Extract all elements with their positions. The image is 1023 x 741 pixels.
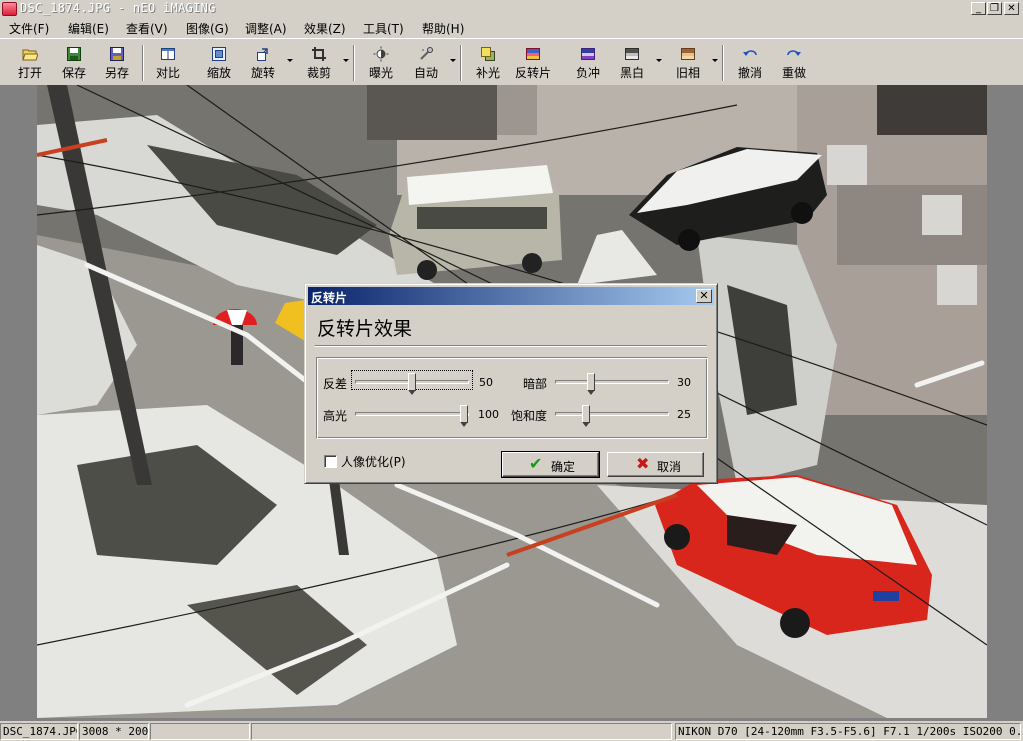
crop-dropdown-icon[interactable] <box>343 59 349 62</box>
floppy-disk-icon <box>67 47 81 61</box>
shadows-label: 暗部 <box>523 377 548 391</box>
zoom-icon <box>212 47 226 61</box>
open-button[interactable]: 打开 <box>8 43 52 83</box>
portrait-optimize-checkbox[interactable] <box>324 455 337 468</box>
status-empty-cell <box>251 723 672 740</box>
slider-group: 反差 50 暗部 30 高光 100 饱和度 25 <box>316 357 708 439</box>
status-camera-info: NIKON D70 [24-120mm F3.5-F5.6] F7.1 1/20… <box>675 723 1021 740</box>
save-as-button[interactable]: 另存 <box>95 43 139 83</box>
highlights-slider[interactable] <box>355 405 469 427</box>
close-window-button[interactable]: ✕ <box>1004 2 1019 15</box>
restore-button[interactable]: ❐ <box>987 2 1002 15</box>
undo-button[interactable]: 撤消 <box>728 43 772 83</box>
minimize-button[interactable]: _ <box>971 2 986 15</box>
negative-button[interactable]: 负冲 <box>566 43 610 83</box>
toolbar-separator <box>142 45 144 81</box>
saturation-slider[interactable] <box>555 405 669 427</box>
auto-magic-icon <box>420 47 433 60</box>
old-photo-icon <box>681 48 695 60</box>
saturation-label: 饱和度 <box>511 409 548 423</box>
shadows-slider-thumb[interactable] <box>587 373 595 395</box>
dialog-title: 反转片 <box>311 291 348 305</box>
ok-button[interactable]: ✔ 确定 <box>501 451 600 478</box>
crop-icon <box>312 47 326 61</box>
contrast-label: 反差 <box>323 377 348 391</box>
contrast-slider-thumb[interactable] <box>408 373 416 395</box>
saturation-slider-thumb[interactable] <box>582 405 590 427</box>
auto-button[interactable]: 自动 <box>404 43 448 83</box>
crop-button[interactable]: 裁剪 <box>297 43 341 83</box>
menu-file[interactable]: 文件(F) <box>9 20 49 37</box>
highlights-value: 100 <box>478 408 499 421</box>
status-dimensions: 3008 * 2000 <box>79 723 149 740</box>
status-bar: DSC_1874.JPG 3008 * 2000 NIKON D70 [24-1… <box>0 721 1023 741</box>
toolbar: 打开 保存 另存 对比 缩放 旋转 裁剪 曝光 自动 补光 反转片 负冲 黑白 … <box>0 38 1023 85</box>
folder-open-icon <box>22 49 38 61</box>
contrast-value: 50 <box>479 376 493 389</box>
black-white-button[interactable]: 黑白 <box>610 43 654 83</box>
highlights-slider-thumb[interactable] <box>460 405 468 427</box>
cancel-button[interactable]: ✖ 取消 <box>607 452 704 477</box>
heading-divider <box>315 345 707 347</box>
compare-button[interactable]: 对比 <box>146 43 190 83</box>
rotate-dropdown-icon[interactable] <box>287 59 293 62</box>
menu-edit[interactable]: 编辑(E) <box>68 20 109 37</box>
exposure-icon <box>373 46 389 62</box>
menu-view[interactable]: 查看(V) <box>126 20 168 37</box>
app-logo-icon <box>2 2 17 16</box>
menu-image[interactable]: 图像(G) <box>186 20 229 37</box>
dialog-close-button[interactable]: ✕ <box>696 289 712 303</box>
auto-dropdown-icon[interactable] <box>450 59 456 62</box>
reverse-film-icon <box>526 48 540 60</box>
reverse-film-button[interactable]: 反转片 <box>510 43 556 83</box>
toolbar-separator <box>353 45 355 81</box>
save-as-icon <box>110 47 124 61</box>
status-empty-cell <box>150 723 250 740</box>
toolbar-separator <box>460 45 462 81</box>
status-filename: DSC_1874.JPG <box>0 723 78 740</box>
negative-icon <box>581 48 595 60</box>
dialog-title-bar[interactable]: 反转片 ✕ <box>308 287 714 305</box>
highlights-label: 高光 <box>323 409 348 423</box>
window-title: DSC_1874.JPG - nEO iMAGING <box>20 1 216 15</box>
shadows-slider[interactable] <box>555 373 669 395</box>
toolbar-separator <box>722 45 724 81</box>
zoom-button[interactable]: 缩放 <box>197 43 241 83</box>
redo-icon <box>787 50 801 56</box>
checkmark-icon: ✔ <box>529 454 543 473</box>
portrait-optimize-label[interactable]: 人像优化(P) <box>341 453 406 470</box>
black-white-icon <box>625 48 639 60</box>
shadows-value: 30 <box>677 376 691 389</box>
fill-light-icon <box>481 47 495 61</box>
undo-icon <box>743 50 757 56</box>
menu-tools[interactable]: 工具(T) <box>363 20 404 37</box>
contrast-slider[interactable] <box>355 373 469 395</box>
old-photo-dropdown-icon[interactable] <box>712 59 718 62</box>
menu-effects[interactable]: 效果(Z) <box>304 20 346 37</box>
dialog-heading: 反转片效果 <box>317 318 413 340</box>
reverse-film-dialog: 反转片 ✕ 反转片效果 反差 50 暗部 30 高光 100 饱和度 25 人像… <box>304 283 718 484</box>
save-button[interactable]: 保存 <box>52 43 96 83</box>
compare-icon <box>161 48 175 60</box>
exposure-button[interactable]: 曝光 <box>359 43 403 83</box>
title-bar: DSC_1874.JPG - nEO iMAGING _ ❐ ✕ <box>0 0 1023 18</box>
fill-light-button[interactable]: 补光 <box>466 43 510 83</box>
redo-button[interactable]: 重做 <box>772 43 816 83</box>
menu-bar: 文件(F) 编辑(E) 查看(V) 图像(G) 调整(A) 效果(Z) 工具(T… <box>0 18 1023 38</box>
black-white-dropdown-icon[interactable] <box>656 59 662 62</box>
rotate-button[interactable]: 旋转 <box>241 43 285 83</box>
menu-help[interactable]: 帮助(H) <box>422 20 464 37</box>
rotate-icon <box>257 48 268 61</box>
cross-icon: ✖ <box>636 454 650 473</box>
saturation-value: 25 <box>677 408 691 421</box>
menu-adjust[interactable]: 调整(A) <box>245 20 287 37</box>
old-photo-button[interactable]: 旧相 <box>666 43 710 83</box>
